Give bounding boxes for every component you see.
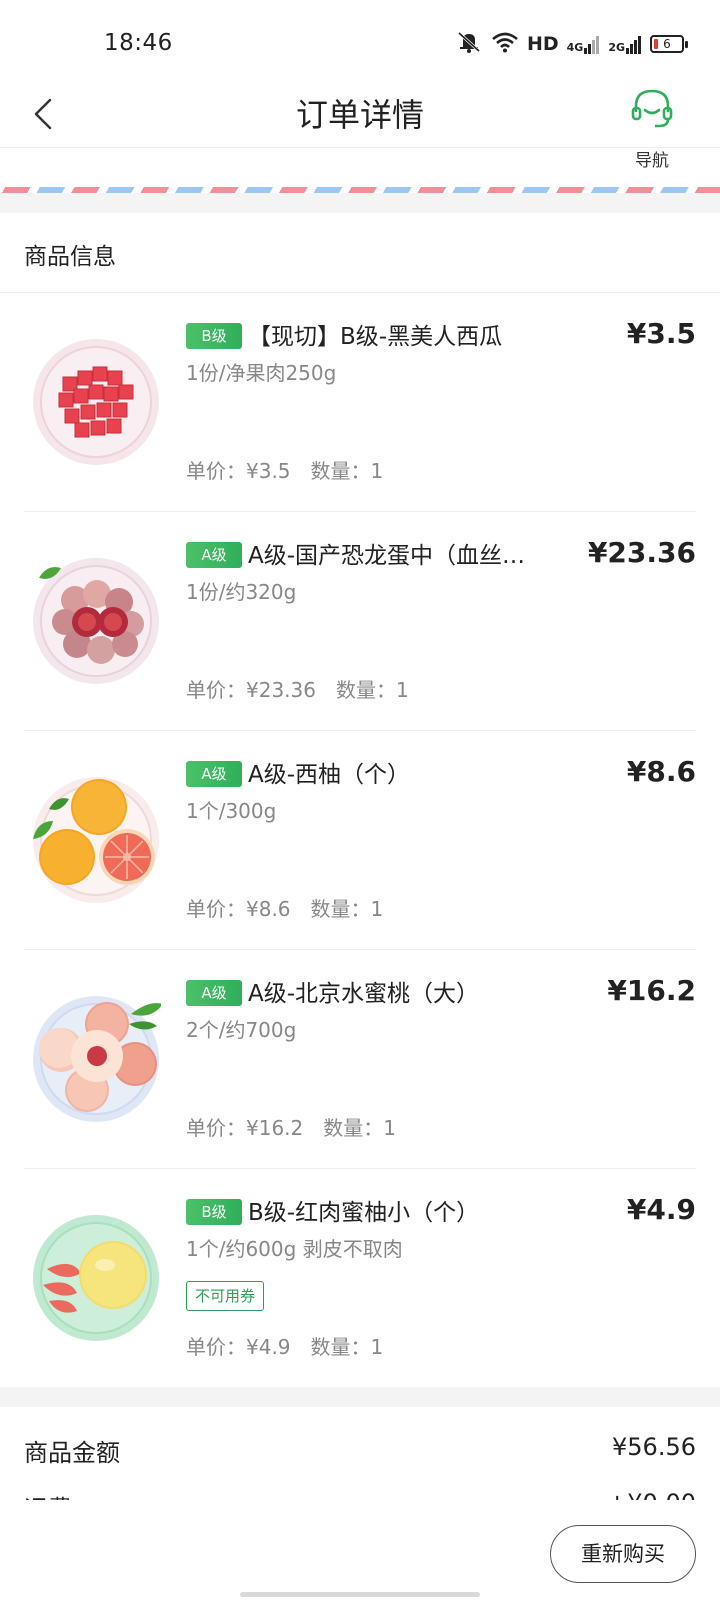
product-name: 【现切】B级-黑美人西瓜: [248, 324, 503, 350]
order-summary: 商品金额 ¥56.56 运费 +¥0.00: [0, 1407, 720, 1507]
product-name: A级-北京水蜜桃（大）: [248, 981, 480, 1007]
unit-price: 单价：¥8.6: [186, 897, 291, 921]
product-unit-line: 单价：¥4.9 数量：1: [186, 1331, 383, 1360]
unit-price: 单价：¥23.36: [186, 678, 316, 702]
grade-tag: A级: [186, 980, 242, 1006]
product-spec: 2个/约700g: [186, 1018, 297, 1042]
product-image-dinosaur-egg: [31, 556, 161, 686]
help-label: 导航: [635, 151, 669, 171]
grade-tag: A级: [186, 542, 242, 568]
home-indicator: [240, 1592, 480, 1597]
no-coupon-badge: 不可用券: [186, 1281, 265, 1311]
product-unit-line: 单价：¥23.36 数量：1: [186, 674, 409, 703]
product-row[interactable]: A级 A级-西柚（个） 1个/300g ¥8.6 单价：¥8.6 数量：1: [0, 731, 720, 950]
grade-tag: B级: [186, 323, 242, 349]
product-unit-line: 单价：¥16.2 数量：1: [186, 1112, 396, 1141]
goods-amount-value: ¥56.56: [612, 1433, 696, 1461]
product-row[interactable]: B级 【现切】B级-黑美人西瓜 1份/净果肉250g ¥3.5 单价：¥3.5 数…: [0, 293, 720, 512]
bottom-action-bar: 重新购买: [0, 1500, 720, 1600]
grade-tag: B级: [186, 1199, 242, 1225]
product-image-watermelon: [31, 337, 161, 467]
status-bar: 18:46 HD 4G 2G 6: [0, 0, 720, 88]
product-spec: 1份/约320g: [186, 580, 297, 604]
signal-2g-icon: 2G: [608, 34, 642, 54]
unit-price: 单价：¥4.9: [186, 1335, 291, 1359]
product-list: B级 【现切】B级-黑美人西瓜 1份/净果肉250g ¥3.5 单价：¥3.5 数…: [0, 293, 720, 1387]
headset-icon: [624, 86, 680, 132]
quantity: 数量：1: [335, 678, 409, 702]
wifi-icon: [491, 31, 519, 58]
quantity: 数量：1: [323, 1116, 396, 1140]
battery-icon: 6: [650, 35, 688, 53]
product-price: ¥8.6: [626, 755, 696, 788]
product-spec: 1个/300g: [186, 799, 277, 823]
unit-price: 单价：¥3.5: [186, 459, 291, 483]
section-gap: [0, 1387, 720, 1407]
product-row[interactable]: A级 A级-北京水蜜桃（大） 2个/约700g ¥16.2 单价：¥16.2 数量…: [0, 950, 720, 1169]
nav-bar: 订单详情 导航: [0, 80, 720, 171]
product-price: ¥23.36: [587, 536, 696, 569]
goods-amount-label: 商品金额: [24, 1439, 120, 1467]
product-price: ¥4.9: [626, 1193, 696, 1226]
grade-tag: A级: [186, 761, 242, 787]
section-title: 商品信息: [24, 244, 116, 270]
status-time: 18:46: [104, 30, 173, 56]
net-4g-label: 4G: [566, 41, 584, 54]
hd-indicator: HD: [526, 33, 559, 55]
product-unit-line: 单价：¥3.5 数量：1: [186, 455, 383, 484]
product-row[interactable]: A级 A级-国产恐龙蛋中（血丝… 1份/约320g ¥23.36 单价：¥23.…: [0, 512, 720, 731]
help-button[interactable]: 导航: [624, 86, 680, 171]
mute-bell-icon: [455, 30, 483, 59]
product-spec: 1份/净果肉250g: [186, 361, 337, 385]
product-name: A级-国产恐龙蛋中（血丝…: [248, 543, 526, 569]
goods-amount-row: 商品金额 ¥56.56: [24, 1433, 696, 1473]
status-icons: HD 4G 2G 6: [455, 30, 688, 59]
product-price: ¥16.2: [607, 974, 696, 1007]
quantity: 数量：1: [310, 1335, 384, 1359]
unit-price: 单价：¥16.2: [186, 1116, 304, 1140]
product-price: ¥3.5: [626, 317, 696, 350]
signal-4g-icon: 4G: [567, 34, 601, 54]
product-name: B级-红肉蜜柚小（个）: [248, 1200, 480, 1226]
quantity: 数量：1: [310, 459, 384, 483]
product-spec: 1个/约600g 剥皮不取肉: [186, 1237, 403, 1261]
product-name: A级-西柚（个）: [248, 762, 411, 788]
product-image-grapefruit: [31, 775, 161, 905]
section-gap: [0, 193, 720, 213]
section-header: 商品信息: [0, 213, 720, 293]
net-2g-label: 2G: [608, 41, 625, 54]
quantity: 数量：1: [310, 897, 384, 921]
product-unit-line: 单价：¥8.6 数量：1: [186, 893, 383, 922]
page-title: 订单详情: [295, 96, 424, 134]
rebuy-button[interactable]: 重新购买: [550, 1525, 696, 1583]
product-image-peaches: [31, 994, 163, 1124]
product-image-pomelo: [31, 1213, 161, 1343]
product-row[interactable]: B级 B级-红肉蜜柚小（个） 1个/约600g 剥皮不取肉 不可用券 ¥4.9 …: [0, 1169, 720, 1388]
